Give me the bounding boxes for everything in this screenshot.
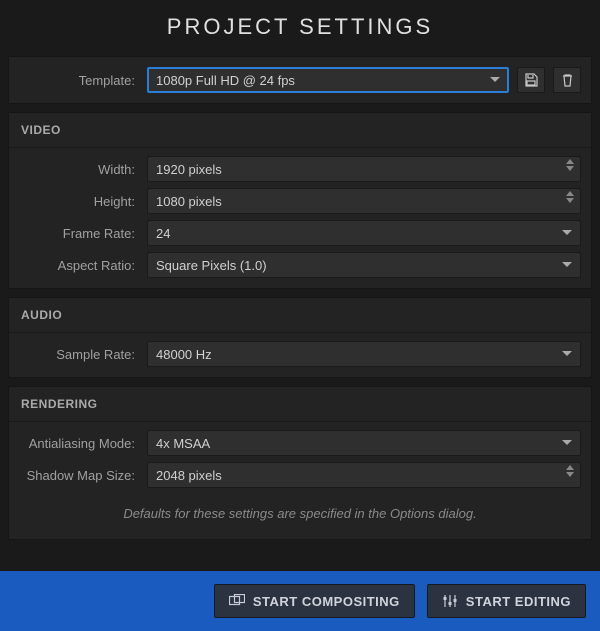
rendering-hint: Defaults for these settings are specifie… — [19, 494, 581, 529]
framerate-value: 24 — [156, 226, 170, 241]
width-label: Width: — [19, 162, 139, 177]
shadow-value: 2048 pixels — [156, 468, 222, 483]
rendering-header: RENDERING — [9, 387, 591, 422]
template-value: 1080p Full HD @ 24 fps — [156, 73, 295, 88]
template-panel: Template: 1080p Full HD @ 24 fps — [8, 56, 592, 104]
chevron-down-icon — [562, 262, 572, 268]
aspect-value: Square Pixels (1.0) — [156, 258, 267, 273]
start-compositing-label: START COMPOSITING — [253, 594, 400, 609]
trash-icon — [561, 73, 574, 87]
framerate-select[interactable]: 24 — [147, 220, 581, 246]
stepper-icon — [566, 465, 574, 477]
start-editing-label: START EDITING — [466, 594, 571, 609]
stepper-icon — [566, 191, 574, 203]
template-select[interactable]: 1080p Full HD @ 24 fps — [147, 67, 509, 93]
samplerate-select[interactable]: 48000 Hz — [147, 341, 581, 367]
shadow-label: Shadow Map Size: — [19, 468, 139, 483]
video-header: VIDEO — [9, 113, 591, 148]
samplerate-label: Sample Rate: — [19, 347, 139, 362]
aa-value: 4x MSAA — [156, 436, 210, 451]
save-icon — [524, 73, 538, 87]
width-value: 1920 pixels — [156, 162, 222, 177]
chevron-down-icon — [490, 77, 500, 83]
chevron-down-icon — [562, 230, 572, 236]
save-template-button[interactable] — [517, 67, 545, 93]
video-section: VIDEO Width: 1920 pixels Height: 1080 pi… — [8, 112, 592, 289]
rendering-section: RENDERING Antialiasing Mode: 4x MSAA Sha… — [8, 386, 592, 540]
audio-section: AUDIO Sample Rate: 48000 Hz — [8, 297, 592, 378]
height-value: 1080 pixels — [156, 194, 222, 209]
start-editing-button[interactable]: START EDITING — [427, 584, 586, 618]
shadow-input[interactable]: 2048 pixels — [147, 462, 581, 488]
aa-select[interactable]: 4x MSAA — [147, 430, 581, 456]
stepper-icon — [566, 159, 574, 171]
height-input[interactable]: 1080 pixels — [147, 188, 581, 214]
delete-template-button[interactable] — [553, 67, 581, 93]
aa-label: Antialiasing Mode: — [19, 436, 139, 451]
page-title: PROJECT SETTINGS — [0, 0, 600, 56]
height-label: Height: — [19, 194, 139, 209]
framerate-label: Frame Rate: — [19, 226, 139, 241]
samplerate-value: 48000 Hz — [156, 347, 212, 362]
aspect-label: Aspect Ratio: — [19, 258, 139, 273]
compositing-icon — [229, 594, 245, 608]
template-label: Template: — [19, 73, 139, 88]
footer-bar: START COMPOSITING START EDITING — [0, 571, 600, 631]
aspect-select[interactable]: Square Pixels (1.0) — [147, 252, 581, 278]
editing-icon — [442, 594, 458, 608]
audio-header: AUDIO — [9, 298, 591, 333]
width-input[interactable]: 1920 pixels — [147, 156, 581, 182]
start-compositing-button[interactable]: START COMPOSITING — [214, 584, 415, 618]
chevron-down-icon — [562, 440, 572, 446]
chevron-down-icon — [562, 351, 572, 357]
